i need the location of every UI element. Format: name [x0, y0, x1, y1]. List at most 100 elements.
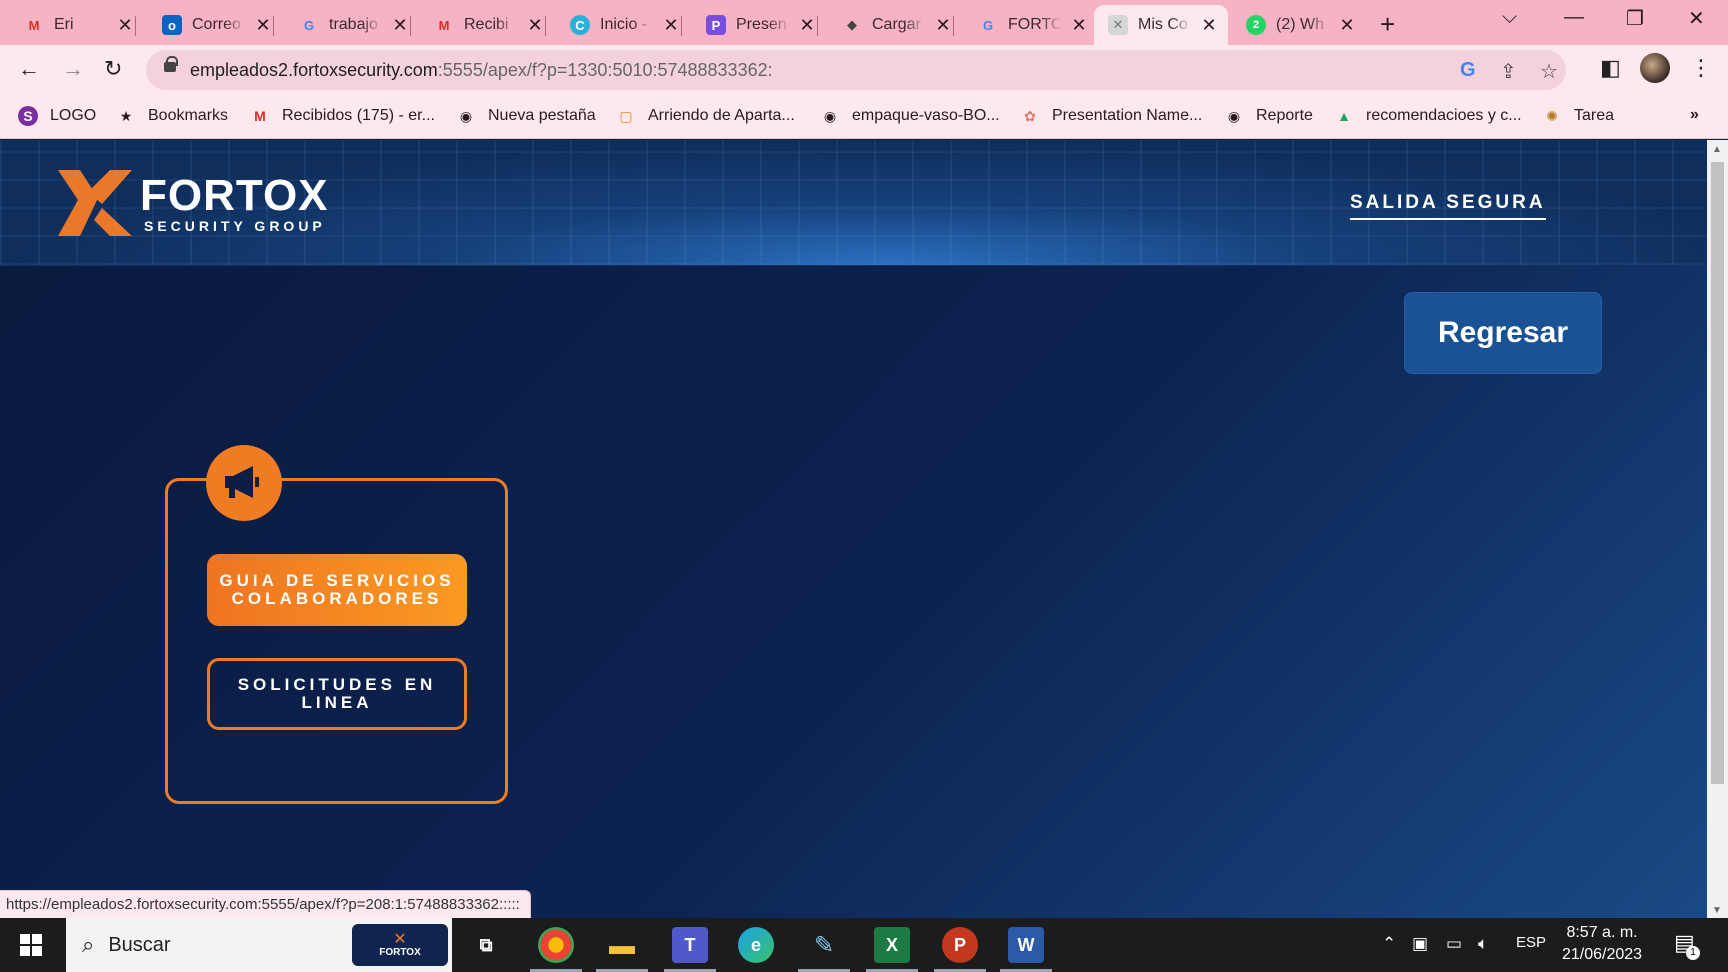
- globe-icon: ◉: [459, 107, 473, 124]
- logo-subtitle: SECURITY GROUP: [144, 218, 326, 234]
- paint-icon[interactable]: ✎: [798, 927, 850, 972]
- services-card: [165, 478, 508, 804]
- globe-icon: ◉: [823, 107, 837, 124]
- excel-icon[interactable]: X: [866, 927, 918, 972]
- language-indicator[interactable]: ESP: [1516, 934, 1546, 951]
- tab-title: Recibi: [464, 16, 509, 33]
- bookmark-item[interactable]: ◉ empaque-vaso-BO...: [820, 106, 1000, 126]
- gmail-icon: M: [254, 108, 266, 124]
- bookmark-item[interactable]: ✿ Presentation Name...: [1020, 106, 1202, 126]
- lock-icon: [164, 56, 178, 72]
- new-tab-button[interactable]: +: [1380, 9, 1395, 40]
- volume-icon[interactable]: 🔈︎: [1478, 934, 1488, 954]
- share-icon[interactable]: ⇪: [1500, 59, 1517, 84]
- menu-kebab-icon[interactable]: ⋮: [1690, 55, 1712, 81]
- taskbar-search[interactable]: ⌕ Buscar ✕ FORTOX: [66, 918, 452, 972]
- google-lens-icon[interactable]: G: [1460, 59, 1476, 82]
- file-explorer-icon[interactable]: ▬: [596, 927, 648, 972]
- more-bookmarks-icon[interactable]: »: [1690, 106, 1699, 124]
- window-close-icon[interactable]: ✕: [1688, 6, 1705, 31]
- tab-outlook[interactable]: o Correo ✕: [148, 5, 274, 45]
- logout-link[interactable]: SALIDA SEGURA: [1350, 192, 1546, 220]
- fortox-x-logo-icon: [58, 170, 132, 236]
- clock-date: 21/06/2023: [1562, 946, 1643, 963]
- bookmark-item[interactable]: ▲ recomendacioes y c...: [1334, 106, 1522, 126]
- close-icon[interactable]: ✕: [116, 15, 134, 36]
- tab-fortox-google[interactable]: G FORTO ✕: [964, 5, 1088, 45]
- forward-icon[interactable]: →: [62, 56, 84, 82]
- minimize-icon[interactable]: —: [1564, 6, 1584, 29]
- close-icon[interactable]: ✕: [934, 15, 952, 36]
- teams-icon[interactable]: T: [664, 927, 716, 972]
- task-view-icon[interactable]: ⧉: [468, 927, 504, 963]
- tab-google-trabajo[interactable]: G trabajo ✕: [285, 5, 411, 45]
- google-icon: G: [982, 17, 994, 33]
- close-icon[interactable]: ✕: [391, 15, 409, 36]
- bookmark-item[interactable]: S LOGO: [18, 106, 96, 126]
- reload-icon[interactable]: ↻: [104, 56, 122, 82]
- bookmark-item[interactable]: ◉ Nueva pestaña: [456, 106, 596, 126]
- bookmark-item[interactable]: ✺ Tarea: [1542, 106, 1614, 126]
- show-hidden-icons-icon[interactable]: ⌃: [1382, 934, 1396, 954]
- tab-search-icon[interactable]: ⌵: [1502, 6, 1517, 29]
- tab-title: trabajo: [329, 16, 378, 33]
- google-drive-icon: ▲: [1337, 108, 1351, 124]
- header-banner: FORTOX SECURITY GROUP SALIDA SEGURA: [0, 140, 1707, 266]
- tab-title: Mis Co: [1138, 16, 1188, 33]
- presentation-icon: P: [706, 15, 726, 35]
- gmail-chat-icon: M: [28, 17, 40, 33]
- tab-mis-co-active[interactable]: ✕ Mis Co ✕: [1094, 5, 1228, 45]
- close-icon[interactable]: ✕: [1070, 15, 1088, 36]
- tab-whatsapp[interactable]: 2 (2) Wh ✕: [1232, 5, 1356, 45]
- profile-avatar[interactable]: [1640, 53, 1670, 83]
- bookmarks-bar: S LOGO ★ Bookmarks M Recibidos (175) - er..…: [0, 95, 1728, 139]
- network-icon[interactable]: ▣: [1412, 934, 1428, 954]
- word-icon[interactable]: W: [1000, 927, 1052, 972]
- regresar-button[interactable]: Regresar: [1404, 292, 1602, 374]
- address-bar[interactable]: empleados2.fortoxsecurity.com:5555/apex/…: [146, 50, 1566, 90]
- scroll-down-icon[interactable]: ▼: [1712, 905, 1722, 916]
- windows-taskbar: ⌕ Buscar ✕ FORTOX ⧉ ▬ T e ✎ X P W ⌃ ▣ ▭ …: [0, 918, 1728, 972]
- graduation-cap-icon: ◆: [847, 17, 857, 32]
- clock-time: 8:57 a. m.: [1566, 924, 1638, 941]
- tab-gmail[interactable]: M Recibi ✕: [420, 5, 546, 45]
- battery-icon[interactable]: ▭: [1446, 934, 1462, 954]
- close-icon[interactable]: ✕: [798, 15, 816, 36]
- search-highlight-fortox[interactable]: ✕ FORTOX: [352, 924, 448, 966]
- close-icon[interactable]: ✕: [662, 15, 680, 36]
- close-icon[interactable]: ✕: [1200, 15, 1218, 36]
- bookmark-item[interactable]: ◉ Reporte: [1224, 106, 1313, 126]
- bookmark-item[interactable]: ▢ Arriendo de Aparta...: [616, 106, 794, 126]
- restore-icon[interactable]: ❐: [1626, 6, 1644, 31]
- url-text[interactable]: empleados2.fortoxsecurity.com:5555/apex/…: [190, 60, 773, 81]
- tab-title: Cargar: [872, 16, 921, 33]
- tab-cargar[interactable]: ◆ Cargar ✕: [828, 5, 954, 45]
- windows-start-icon[interactable]: [20, 934, 42, 956]
- edge-icon[interactable]: e: [738, 927, 774, 963]
- clock[interactable]: 8:57 a. m. 21/06/2023: [1562, 922, 1642, 966]
- solicitudes-en-linea-button[interactable]: SOLICITUDES EN LINEA: [207, 658, 467, 730]
- page-scrollbar[interactable]: ▲ ▼: [1707, 140, 1728, 918]
- fortox-logo[interactable]: FORTOX SECURITY GROUP: [58, 170, 338, 240]
- chrome-taskbar-icon[interactable]: [530, 927, 582, 972]
- skrill-icon: S: [18, 106, 38, 126]
- close-icon[interactable]: ✕: [526, 15, 544, 36]
- scrollbar-thumb[interactable]: [1711, 162, 1724, 784]
- tab-presentation[interactable]: P Presen ✕: [692, 5, 818, 45]
- side-panel-icon[interactable]: ◧: [1600, 55, 1621, 81]
- scroll-up-icon[interactable]: ▲: [1712, 144, 1722, 155]
- tab-title: Presen: [736, 16, 787, 33]
- powerpoint-icon[interactable]: P: [934, 927, 986, 972]
- bookmark-item[interactable]: ★ Bookmarks: [116, 106, 228, 126]
- search-label: Buscar: [108, 933, 171, 956]
- close-icon[interactable]: ✕: [1338, 15, 1356, 36]
- bookmark-item[interactable]: M Recibidos (175) - er...: [250, 106, 435, 126]
- tab-title: Inicio -: [600, 16, 648, 33]
- page-content: FORTOX SECURITY GROUP SALIDA SEGURA Regr…: [0, 140, 1707, 918]
- tab-canva[interactable]: C Inicio - ✕: [556, 5, 682, 45]
- close-icon[interactable]: ✕: [254, 15, 272, 36]
- guia-servicios-button[interactable]: GUIA DE SERVICIOS COLABORADORES: [207, 554, 467, 626]
- tab-chat[interactable]: M Eri ✕: [10, 5, 136, 45]
- bookmark-star-icon[interactable]: ☆: [1540, 59, 1558, 84]
- back-icon[interactable]: ←: [18, 56, 40, 82]
